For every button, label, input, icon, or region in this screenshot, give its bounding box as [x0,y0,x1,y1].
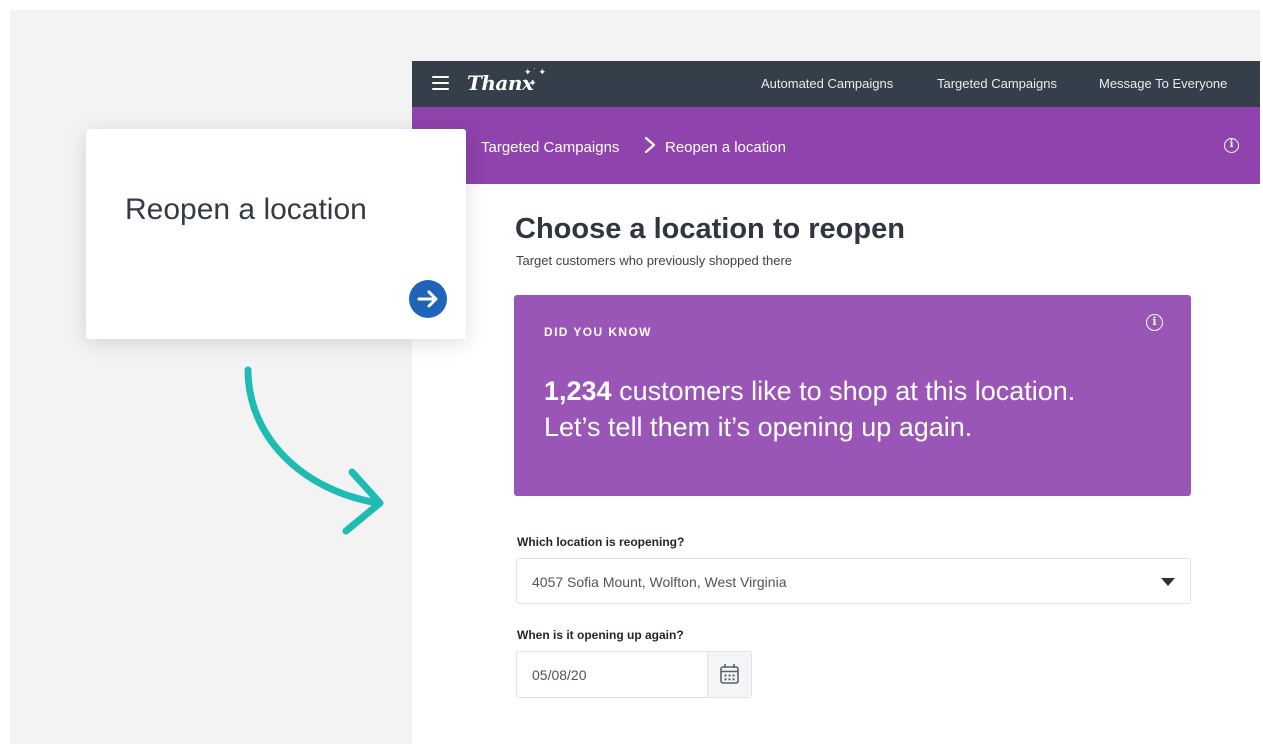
breadcrumb-current: Reopen a location [665,139,786,156]
calendar-icon [720,664,739,684]
did-you-know-text: 1,234 customers like to shop at this loc… [544,373,1174,445]
nav-targeted-campaigns[interactable]: Targeted Campaigns [937,76,1057,91]
tile-title: Reopen a location [125,193,367,226]
breadcrumb-parent-link[interactable]: Targeted Campaigns [481,139,619,156]
date-field-label: When is it opening up again? [517,628,684,642]
breadcrumb-bar: Targeted Campaigns Reopen a location i [412,107,1260,184]
caret-down-icon [1161,578,1175,586]
location-select[interactable]: 4057 Sofia Mount, Wolfton, West Virginia [516,558,1191,604]
did-you-know-line1: customers like to shop at this location. [611,376,1076,406]
info-icon[interactable]: i [1224,138,1239,153]
customer-count: 1,234 [544,376,612,406]
date-input-value: 05/08/20 [532,667,587,683]
page-title: Choose a location to reopen [515,213,905,245]
info-icon[interactable]: i [1146,314,1163,331]
location-select-value: 4057 Sofia Mount, Wolfton, West Virginia [532,574,787,590]
nav-automated-campaigns[interactable]: Automated Campaigns [761,76,893,91]
location-field-label: Which location is reopening? [517,535,685,549]
reopen-location-tile[interactable]: Reopen a location [86,129,466,339]
hamburger-menu-icon[interactable] [432,76,449,90]
logo-sparkle-icon: ✦˙✦ ˙✦ [524,67,549,88]
curved-arrow-icon [244,366,384,535]
date-input[interactable]: 05/08/20 [516,651,752,698]
did-you-know-line2: Let’s tell them it’s opening up again. [544,412,973,442]
chevron-right-icon [644,136,656,154]
arrow-right-circle-icon[interactable] [409,280,447,318]
top-navbar: Thanx ✦˙✦ ˙✦ Automated Campaigns Targeted… [412,61,1260,107]
app-window: Thanx ✦˙✦ ˙✦ Automated Campaigns Targeted… [412,61,1260,744]
did-you-know-label: DID YOU KNOW [544,325,652,339]
page-subtitle: Target customers who previously shopped … [516,253,793,268]
calendar-button[interactable] [707,652,751,697]
nav-message-to-everyone[interactable]: Message To Everyone [1099,76,1227,91]
did-you-know-card: DID YOU KNOW i 1,234 customers like to s… [514,295,1191,496]
